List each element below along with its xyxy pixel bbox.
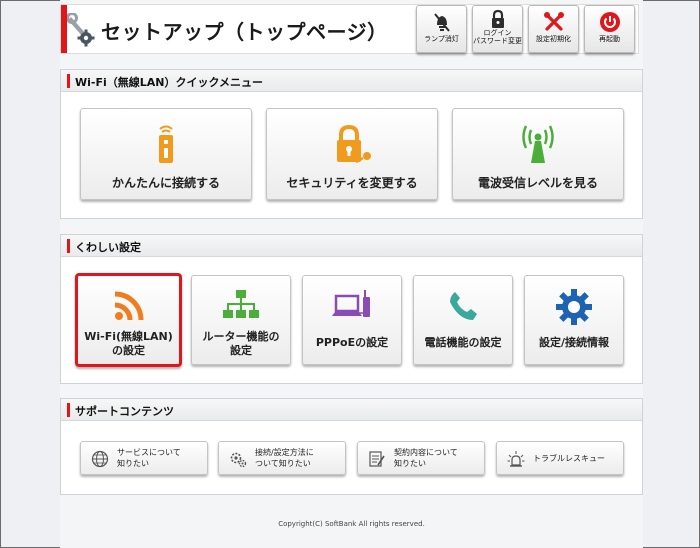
padlock-key-icon xyxy=(337,124,371,164)
connection-info-button[interactable]: 設定/接続情報 xyxy=(524,275,624,365)
router-settings-label-line1: ルーター機能の xyxy=(202,330,280,343)
trouble-rescue-button[interactable]: トラブルレスキュー xyxy=(496,441,624,475)
lamp-off-icon xyxy=(433,13,450,32)
setup-tools-icon xyxy=(66,12,97,47)
lamp-off-label: ランプ消灯 xyxy=(424,35,459,43)
setup-method-label: 接続/設定方法に ついて知りたい xyxy=(255,448,314,468)
wifi-settings-button[interactable]: Wi-Fi(無線LAN) の設定 xyxy=(75,273,182,367)
reset-settings-label: 設定初期化 xyxy=(536,35,571,43)
pc-router-icon xyxy=(332,290,370,317)
easy-connect-button[interactable]: かんたんに接続する xyxy=(80,108,252,200)
easy-connect-label: かんたんに接続する xyxy=(111,176,220,190)
advanced-settings-heading: くわしい設定 xyxy=(75,241,141,254)
change-security-button[interactable]: セキュリティを変更する xyxy=(266,108,438,200)
login-password-change-button[interactable]: ログイン パスワード変更 xyxy=(472,5,523,53)
wifi-settings-label-line2: の設定 xyxy=(112,344,145,357)
contract-details-button[interactable]: 契約内容について 知りたい xyxy=(357,441,485,475)
signal-level-button[interactable]: 電波受信レベルを見る xyxy=(452,108,624,200)
quick-menu-header: Wi-Fi（無線LAN）クイックメニュー xyxy=(61,70,642,92)
support-header: サポートコンテンツ xyxy=(61,399,642,421)
trouble-rescue-label: トラブルレスキュー xyxy=(533,454,605,463)
change-security-label: セキュリティを変更する xyxy=(286,176,418,190)
phone-icon xyxy=(450,292,477,320)
wifi-icon xyxy=(114,291,143,321)
wifi-settings-label-line1: Wi-Fi(無線LAN) xyxy=(84,330,173,343)
quick-menu-heading: Wi-Fi（無線LAN）クイックメニュー xyxy=(75,76,264,89)
pppoe-settings-label: PPPoEの設定 xyxy=(315,336,389,349)
lock-icon xyxy=(491,9,504,28)
signal-level-label: 電波受信レベルを見る xyxy=(477,176,598,190)
power-icon xyxy=(599,12,620,32)
connection-info-label: 設定/接続情報 xyxy=(538,336,610,349)
reboot-button[interactable]: 再起動 xyxy=(584,5,635,53)
section-accent-mark xyxy=(67,239,70,253)
phone-settings-button[interactable]: 電話機能の設定 xyxy=(413,275,513,365)
globe-icon xyxy=(91,450,109,468)
wps-device-icon xyxy=(159,125,173,163)
tools-icon xyxy=(543,12,564,31)
gears-icon xyxy=(230,452,247,468)
gear-icon xyxy=(556,289,592,325)
quick-menu-section: Wi-Fi（無線LAN）クイックメニュー かんたんに接続する セキュリティを変更… xyxy=(60,69,643,219)
reboot-label: 再起動 xyxy=(599,35,620,43)
copyright-footer: Copyright(C) SoftBank All rights reserve… xyxy=(278,520,425,528)
support-section: サポートコンテンツ サービスについて 知りたい 接続/設定方法に ついて知りたい xyxy=(60,398,643,495)
section-accent-mark xyxy=(67,403,70,417)
network-tree-icon xyxy=(223,290,259,318)
support-heading: サポートコンテンツ xyxy=(75,405,174,418)
contract-details-label: 契約内容について 知りたい xyxy=(394,448,458,468)
alert-lamp-icon xyxy=(507,451,525,467)
login-label-line2: パスワード変更 xyxy=(473,37,522,45)
antenna-icon xyxy=(522,125,554,163)
advanced-settings-section: くわしい設定 Wi-Fi(無線LAN) の設定 ルーター機能の 設定 PPPoE… xyxy=(60,234,643,384)
login-label-line1: ログイン xyxy=(483,29,512,37)
setup-method-button[interactable]: 接続/設定方法に ついて知りたい xyxy=(218,441,346,475)
section-accent-mark xyxy=(67,74,70,88)
reset-settings-button[interactable]: 設定初期化 xyxy=(528,5,579,53)
router-settings-button[interactable]: ルーター機能の 設定 xyxy=(191,275,291,365)
router-settings-label-line2: 設定 xyxy=(230,344,252,357)
service-info-button[interactable]: サービスについて 知りたい xyxy=(80,441,208,475)
phone-settings-label: 電話機能の設定 xyxy=(424,336,502,349)
document-pen-icon xyxy=(369,451,385,467)
service-info-label: サービスについて 知りたい xyxy=(117,448,181,468)
advanced-settings-header: くわしい設定 xyxy=(61,235,642,257)
lamp-off-button[interactable]: ランプ消灯 xyxy=(416,5,467,53)
page-title: セットアップ（トップページ） xyxy=(101,20,388,44)
pppoe-settings-button[interactable]: PPPoEの設定 xyxy=(302,275,402,365)
